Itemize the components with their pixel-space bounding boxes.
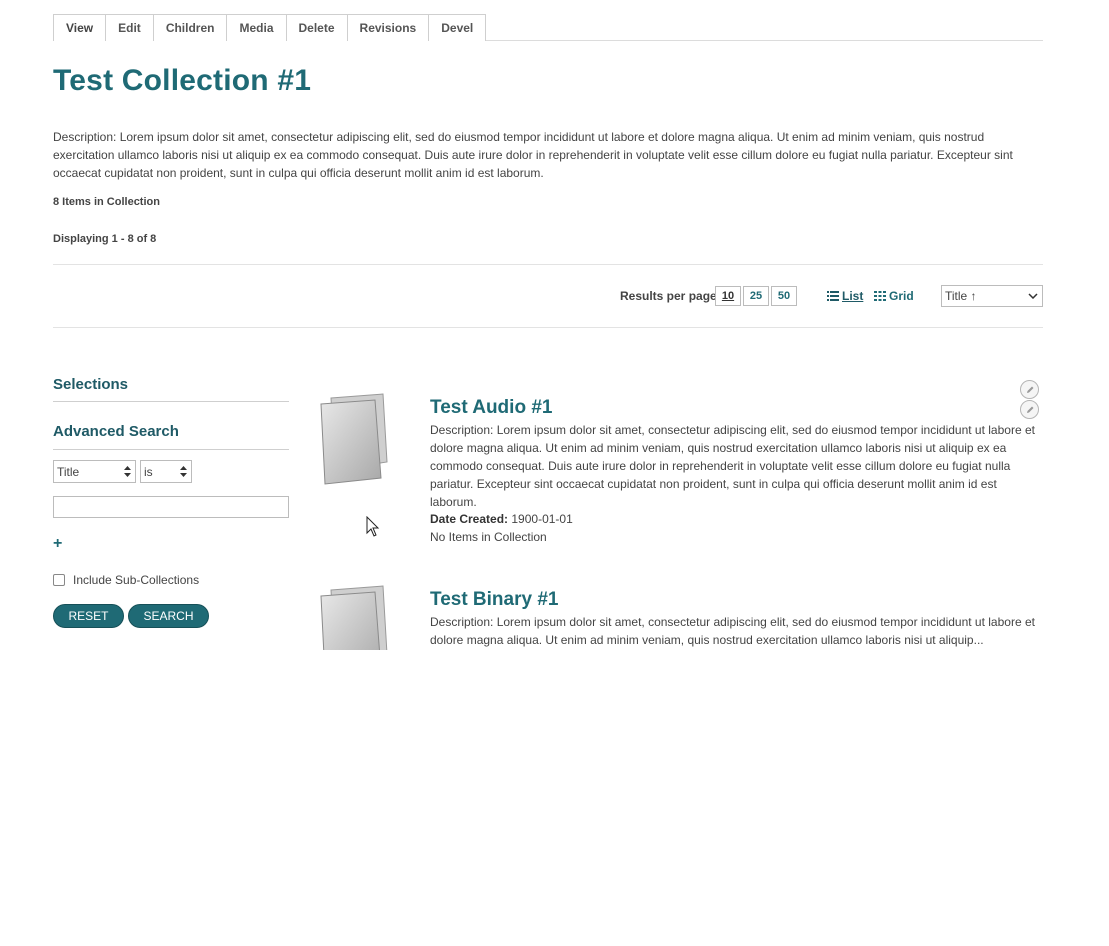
grid-label: Grid <box>889 289 914 303</box>
tab-view[interactable]: View <box>53 14 107 41</box>
file-thumbnail-icon[interactable] <box>317 392 391 486</box>
chevron-down-icon <box>1028 293 1038 299</box>
divider <box>53 327 1043 328</box>
tab-children[interactable]: Children <box>153 14 228 41</box>
item-count: 8 Items in Collection <box>53 196 160 208</box>
tab-delete[interactable]: Delete <box>286 14 348 41</box>
grid-view-toggle[interactable]: Grid <box>874 289 914 303</box>
collection-description: Description: Lorem ipsum dolor sit amet,… <box>53 130 1013 180</box>
result-items-count: No Items in Collection <box>430 530 547 544</box>
tab-bar: View Edit Children Media Delete Revision… <box>53 14 1043 41</box>
list-label: List <box>842 289 864 303</box>
list-icon <box>827 291 839 301</box>
rpp-25-button[interactable]: 25 <box>743 286 769 306</box>
tab-revisions[interactable]: Revisions <box>347 14 430 41</box>
tab-devel[interactable]: Devel <box>429 14 487 41</box>
sort-value: Title ↑ <box>945 289 977 303</box>
date-label: Date Created: <box>430 512 509 526</box>
field-select[interactable]: Title <box>53 460 136 483</box>
mouse-cursor-icon <box>366 516 380 537</box>
advanced-search-heading: Advanced Search <box>53 423 179 440</box>
sort-arrows-icon <box>124 466 131 477</box>
selections-heading: Selections <box>53 376 129 393</box>
result-description: Description: Lorem ipsum dolor sit amet,… <box>430 615 1035 647</box>
results-per-page-label: Results per page <box>620 289 717 303</box>
include-sub-checkbox[interactable] <box>53 574 65 586</box>
operator-select[interactable]: is <box>140 460 192 483</box>
sort-arrows-icon <box>180 466 187 477</box>
date-value: 1900-01-01 <box>511 512 573 526</box>
search-input[interactable] <box>53 496 289 518</box>
file-thumbnail-icon[interactable] <box>317 584 391 650</box>
divider <box>53 401 289 402</box>
operator-value: is <box>144 464 153 479</box>
add-criteria-icon[interactable]: + <box>53 535 62 553</box>
include-sub-collections[interactable]: Include Sub-Collections <box>53 573 199 587</box>
result-title[interactable]: Test Binary #1 <box>430 589 558 611</box>
rpp-10-button[interactable]: 10 <box>715 286 741 306</box>
include-sub-label: Include Sub-Collections <box>73 573 200 587</box>
field-value: Title <box>57 464 80 479</box>
edit-pencil-icon[interactable] <box>1020 380 1039 399</box>
displaying-count: Displaying 1 - 8 of 8 <box>53 233 157 245</box>
sort-select[interactable]: Title ↑ <box>941 285 1043 307</box>
list-view-toggle[interactable]: List <box>827 289 863 303</box>
result-description: Description: Lorem ipsum dolor sit amet,… <box>430 423 1035 509</box>
divider <box>53 264 1043 265</box>
tab-edit[interactable]: Edit <box>106 14 154 41</box>
edit-pencil-icon[interactable] <box>1020 400 1039 419</box>
rpp-50-button[interactable]: 50 <box>771 286 797 306</box>
reset-button[interactable]: Reset <box>53 604 124 628</box>
grid-icon <box>874 291 886 301</box>
divider <box>53 449 289 450</box>
result-date: Date Created: 1900-01-01 <box>430 512 573 526</box>
search-button[interactable]: Search <box>128 604 209 628</box>
page-title: Test Collection #1 <box>53 64 312 97</box>
tab-media[interactable]: Media <box>227 14 287 41</box>
result-title[interactable]: Test Audio #1 <box>430 397 552 419</box>
